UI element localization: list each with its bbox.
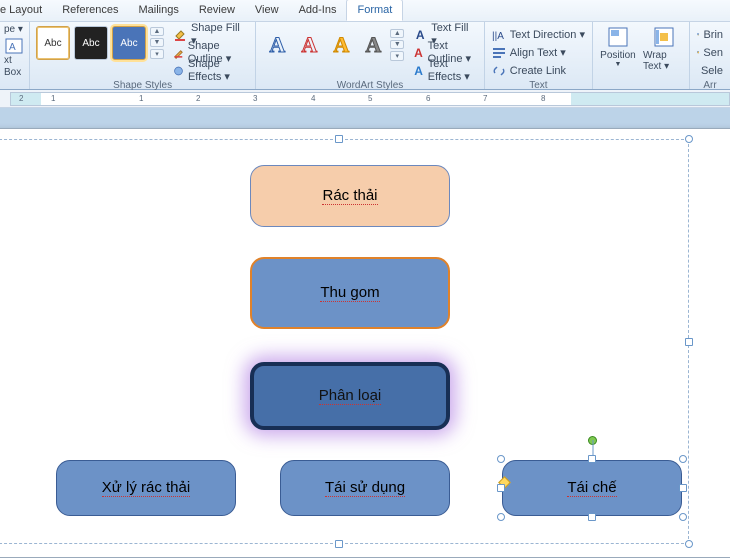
selected-shape-handles (502, 460, 682, 516)
shape-style-1[interactable]: Abc (36, 26, 70, 60)
align-text-button[interactable]: Align Text ▾ (489, 44, 588, 61)
resize-handle[interactable] (679, 484, 687, 492)
tab-addins[interactable]: Add-Ins (289, 0, 347, 21)
ribbon: pe ▾ A xt Box Abc Abc Abc ▲ ▼ ▾ (0, 22, 730, 90)
group-insert-shapes: pe ▾ A xt Box (0, 22, 30, 89)
resize-handle[interactable] (497, 513, 505, 521)
flow-node-1[interactable]: Rác thải (250, 165, 450, 227)
textbox-button[interactable]: xt Box (4, 55, 25, 79)
svg-text:A: A (9, 42, 16, 53)
pencil-icon (173, 46, 184, 60)
shape-style-gallery[interactable]: Abc Abc Abc ▲ ▼ ▾ (34, 24, 166, 62)
text-direction-button[interactable]: ||A Text Direction ▾ (489, 26, 588, 43)
flow-node-3[interactable]: Phân loại (250, 362, 450, 430)
send-backward-icon (697, 51, 699, 53)
flow-node-4[interactable]: Xử lý rác thải (56, 460, 236, 516)
text-effects-button[interactable]: AText Effects ▾ (410, 62, 479, 79)
tab-review[interactable]: Review (189, 0, 245, 21)
wordart-style-4[interactable]: A (358, 28, 388, 62)
resize-handle[interactable] (685, 338, 693, 346)
wordart-style-2[interactable]: A (294, 28, 324, 62)
shape-style-2[interactable]: Abc (74, 26, 108, 60)
tab-mailings[interactable]: Mailings (128, 0, 188, 21)
wordart-gallery[interactable]: A A A A ▲ ▼ ▾ (260, 24, 406, 66)
position-button[interactable]: Position▼ (597, 24, 639, 68)
selection-pane-button[interactable]: Sele (694, 62, 726, 79)
flow-connectors (0, 140, 290, 290)
wordart-style-1[interactable]: A (262, 28, 292, 62)
effects-icon (173, 64, 184, 78)
flow-node-5[interactable]: Tái sử dụng (280, 460, 450, 516)
link-icon (492, 64, 506, 78)
ribbon-tabs: e Layout References Mailings Review View… (0, 0, 730, 22)
resize-handle[interactable] (335, 135, 343, 143)
drawing-canvas-selection[interactable]: Rác thải Thu gom Phân loại Xử lý rác thả… (0, 139, 689, 544)
group-arrange-buttons: Position▼ Wrap Text ▾ (593, 22, 690, 89)
flow-node-2[interactable]: Thu gom (250, 257, 450, 329)
bring-forward-button[interactable]: Brin (694, 26, 726, 43)
gallery-down-icon[interactable]: ▼ (150, 38, 164, 47)
wrap-text-icon (653, 26, 675, 48)
text-direction-icon: ||A (492, 28, 506, 42)
group-arrange: Brin Sen Sele Arr (690, 22, 730, 89)
tab-view[interactable]: View (245, 0, 289, 21)
page[interactable]: Rác thải Thu gom Phân loại Xử lý rác thả… (0, 128, 730, 558)
resize-handle[interactable] (685, 135, 693, 143)
svg-text:||A: ||A (492, 31, 504, 42)
resize-handle[interactable] (497, 455, 505, 463)
document-area[interactable]: Rác thải Thu gom Phân loại Xử lý rác thả… (0, 108, 730, 553)
resize-handle[interactable] (497, 484, 505, 492)
group-wordart-styles: A A A A ▲ ▼ ▾ AText Fill ▾ AText Outline… (256, 22, 484, 89)
resize-handle[interactable] (588, 513, 596, 521)
resize-handle[interactable] (679, 455, 687, 463)
resize-handle[interactable] (335, 540, 343, 548)
wordart-style-3[interactable]: A (326, 28, 356, 62)
shape-style-3[interactable]: Abc (112, 26, 146, 60)
create-link-button[interactable]: Create Link (489, 62, 588, 79)
gallery-down-icon[interactable]: ▼ (390, 40, 404, 49)
edit-shape-button[interactable]: pe ▾ (4, 24, 25, 36)
text-outline-icon: A (413, 46, 423, 60)
text-fill-icon: A (413, 28, 427, 42)
tab-page-layout[interactable]: e Layout (0, 0, 52, 21)
group-label (4, 79, 25, 89)
tab-format[interactable]: Format (346, 0, 403, 21)
group-shape-styles: Abc Abc Abc ▲ ▼ ▾ Shape Fill ▾ Shape Out… (30, 22, 256, 89)
resize-handle[interactable] (588, 455, 596, 463)
wrap-text-button[interactable]: Wrap Text ▾ (643, 24, 685, 72)
text-effects-icon: A (413, 64, 424, 78)
send-backward-button[interactable]: Sen (694, 44, 726, 61)
bring-forward-icon (697, 33, 699, 35)
resize-handle[interactable] (685, 540, 693, 548)
group-text: ||A Text Direction ▾ Align Text ▾ Create… (485, 22, 593, 89)
textbox-icon: A (5, 38, 23, 54)
tab-references[interactable]: References (52, 0, 128, 21)
shape-effects-button[interactable]: Shape Effects ▾ (170, 62, 251, 79)
gallery-up-icon[interactable]: ▲ (150, 27, 164, 36)
gallery-more-icon[interactable]: ▾ (390, 51, 404, 61)
align-text-icon (492, 46, 506, 60)
gallery-up-icon[interactable]: ▲ (390, 29, 404, 38)
gallery-more-icon[interactable]: ▾ (150, 49, 164, 59)
position-icon (607, 26, 629, 48)
bucket-icon (173, 28, 187, 42)
horizontal-ruler[interactable]: 2 1 1 2 3 4 5 6 7 8 (0, 90, 730, 108)
resize-handle[interactable] (679, 513, 687, 521)
